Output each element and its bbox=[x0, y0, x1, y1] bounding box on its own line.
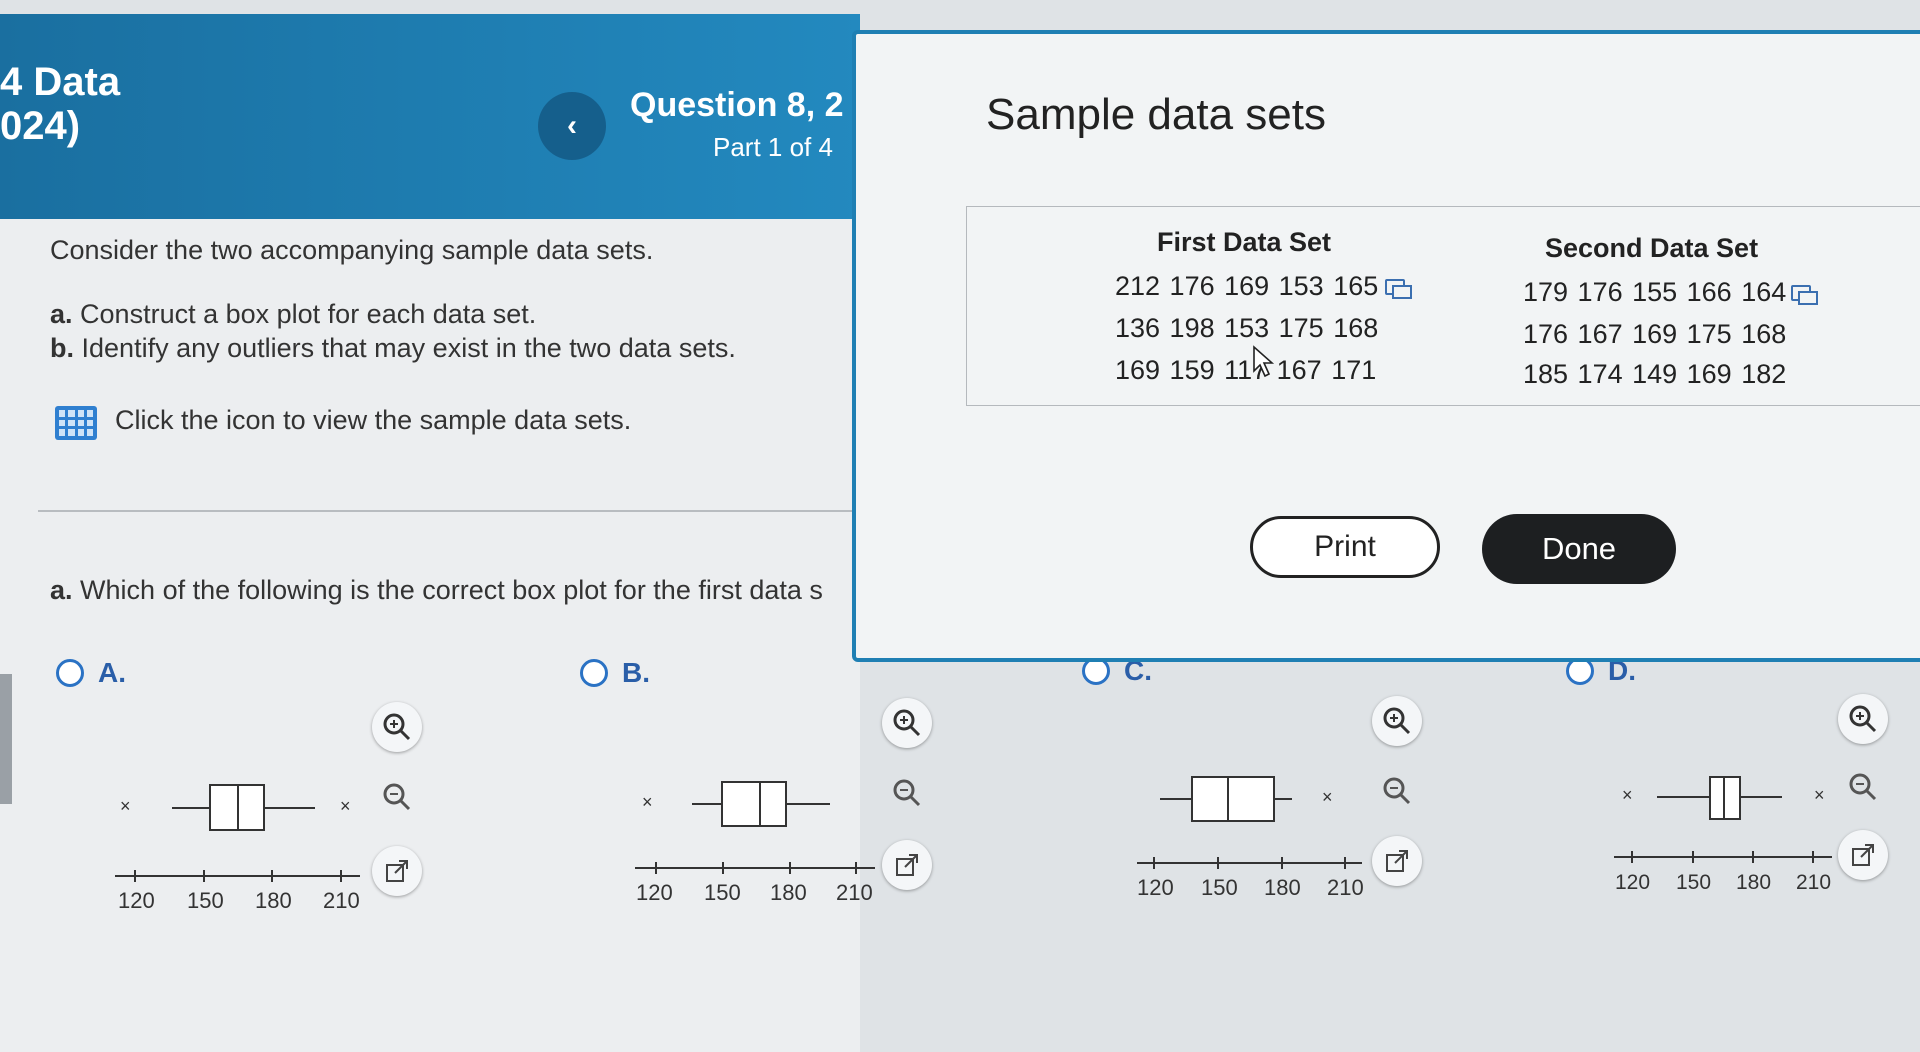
zoom-in-icon[interactable] bbox=[1372, 696, 1422, 746]
first-data-set-heading: First Data Set bbox=[1157, 227, 1332, 257]
open-new-window-icon[interactable] bbox=[1372, 836, 1422, 886]
item-a-label: a. bbox=[50, 299, 73, 329]
sub-question-label: a. bbox=[50, 575, 73, 605]
first-data-row: 169 159 117 167 171 bbox=[1115, 355, 1377, 385]
tick-label: 150 bbox=[1201, 875, 1238, 900]
tick-label: 180 bbox=[1264, 875, 1301, 900]
outlier-marker: × bbox=[1622, 785, 1633, 805]
tick-label: 150 bbox=[704, 880, 741, 905]
box-plot-a: × × 120 150 180 210 bbox=[110, 770, 370, 925]
box-plot-b: × 120 150 180 210 bbox=[630, 770, 890, 925]
outlier-marker: × bbox=[120, 796, 131, 816]
zoom-in-icon[interactable] bbox=[882, 698, 932, 748]
question-intro: Consider the two accompanying sample dat… bbox=[50, 235, 654, 265]
data-table-icon[interactable] bbox=[55, 406, 97, 440]
sub-question: a. Which of the following is the correct… bbox=[50, 575, 823, 606]
tick-label: 210 bbox=[1796, 871, 1831, 894]
first-data-row: 136 198 153 175 168 bbox=[1115, 313, 1379, 343]
sample-data-dialog: Sample data sets First Data Set Second D… bbox=[852, 30, 1920, 662]
copy-icon[interactable] bbox=[1791, 285, 1818, 305]
question-item-b: b. Identify any outliers that may exist … bbox=[50, 333, 736, 364]
second-data-row: 176 167 169 175 168 bbox=[1523, 319, 1787, 349]
tick-label: 120 bbox=[636, 880, 673, 905]
zoom-out-icon[interactable] bbox=[372, 772, 422, 822]
item-a-text: Construct a box plot for each data set. bbox=[80, 299, 537, 329]
course-title-line2: 024) bbox=[0, 104, 81, 148]
option-a[interactable]: A. bbox=[56, 657, 126, 689]
sub-question-text: Which of the following is the correct bo… bbox=[80, 575, 823, 605]
dialog-title: Sample data sets bbox=[986, 90, 1326, 139]
tick-label: 210 bbox=[1327, 875, 1364, 900]
box bbox=[721, 781, 787, 827]
course-title: 4 Data 024) bbox=[0, 60, 120, 148]
previous-question-button[interactable]: ‹ bbox=[538, 92, 606, 160]
item-b-text: Identify any outliers that may exist in … bbox=[81, 333, 736, 363]
tick-label: 120 bbox=[1137, 875, 1174, 900]
option-b-radio[interactable] bbox=[580, 659, 608, 687]
zoom-out-icon[interactable] bbox=[1372, 766, 1422, 816]
sample-data-table: First Data Set Second Data Set 212 176 1… bbox=[966, 206, 1920, 406]
tick-label: 180 bbox=[770, 880, 807, 905]
icon-prompt: Click the icon to view the sample data s… bbox=[115, 405, 632, 435]
outlier-marker: × bbox=[642, 792, 653, 812]
outlier-marker: × bbox=[1814, 785, 1825, 805]
second-data-row: 185 174 149 169 182 bbox=[1523, 359, 1787, 389]
zoom-out-icon[interactable] bbox=[1838, 762, 1888, 812]
box-plot-d: × × 120 150 180 210 bbox=[1612, 765, 1872, 920]
option-b-letter: B. bbox=[622, 657, 650, 688]
open-new-window-icon[interactable] bbox=[882, 840, 932, 890]
tick-label: 210 bbox=[836, 880, 873, 905]
tick-label: 210 bbox=[323, 888, 360, 913]
tick-label: 180 bbox=[255, 888, 292, 913]
tick-label: 180 bbox=[1736, 871, 1771, 894]
zoom-in-icon[interactable] bbox=[372, 702, 422, 752]
page-header: 4 Data 024) ‹ Question 8, 2 Part 1 of 4 bbox=[0, 14, 860, 219]
print-button[interactable]: Print bbox=[1250, 516, 1440, 578]
tick-label: 120 bbox=[118, 888, 155, 913]
question-part: Part 1 of 4 bbox=[713, 132, 833, 162]
option-a-letter: A. bbox=[98, 657, 126, 688]
done-button[interactable]: Done bbox=[1482, 514, 1676, 584]
question-title: Question 8, 2 bbox=[630, 86, 844, 124]
zoom-in-icon[interactable] bbox=[1838, 694, 1888, 744]
second-data-set-heading: Second Data Set bbox=[1545, 233, 1759, 263]
first-data-row: 212 176 169 153 165 bbox=[1115, 271, 1379, 301]
option-b[interactable]: B. bbox=[580, 657, 650, 689]
zoom-out-icon[interactable] bbox=[882, 768, 932, 818]
chevron-left-icon: ‹ bbox=[567, 109, 577, 142]
tick-label: 120 bbox=[1615, 871, 1650, 894]
course-title-line1: 4 Data bbox=[0, 60, 121, 104]
question-item-a: a. Construct a box plot for each data se… bbox=[50, 299, 536, 330]
option-a-radio[interactable] bbox=[56, 659, 84, 687]
mouse-cursor-icon bbox=[1252, 345, 1276, 384]
outlier-marker: × bbox=[340, 796, 351, 816]
second-data-row: 179 176 155 166 164 bbox=[1523, 277, 1787, 307]
question-body: Consider the two accompanying sample dat… bbox=[0, 219, 860, 1052]
divider bbox=[38, 510, 860, 512]
copy-icon[interactable] bbox=[1385, 279, 1412, 299]
item-b-label: b. bbox=[50, 333, 74, 363]
tick-label: 150 bbox=[1676, 871, 1711, 894]
scroll-indicator bbox=[0, 674, 12, 804]
tick-label: 150 bbox=[187, 888, 224, 913]
open-new-window-icon[interactable] bbox=[372, 846, 422, 896]
box bbox=[1191, 776, 1275, 822]
box-plot-c: × 120 150 180 210 bbox=[1132, 765, 1392, 920]
outlier-marker: × bbox=[1322, 787, 1333, 807]
open-new-window-icon[interactable] bbox=[1838, 830, 1888, 880]
